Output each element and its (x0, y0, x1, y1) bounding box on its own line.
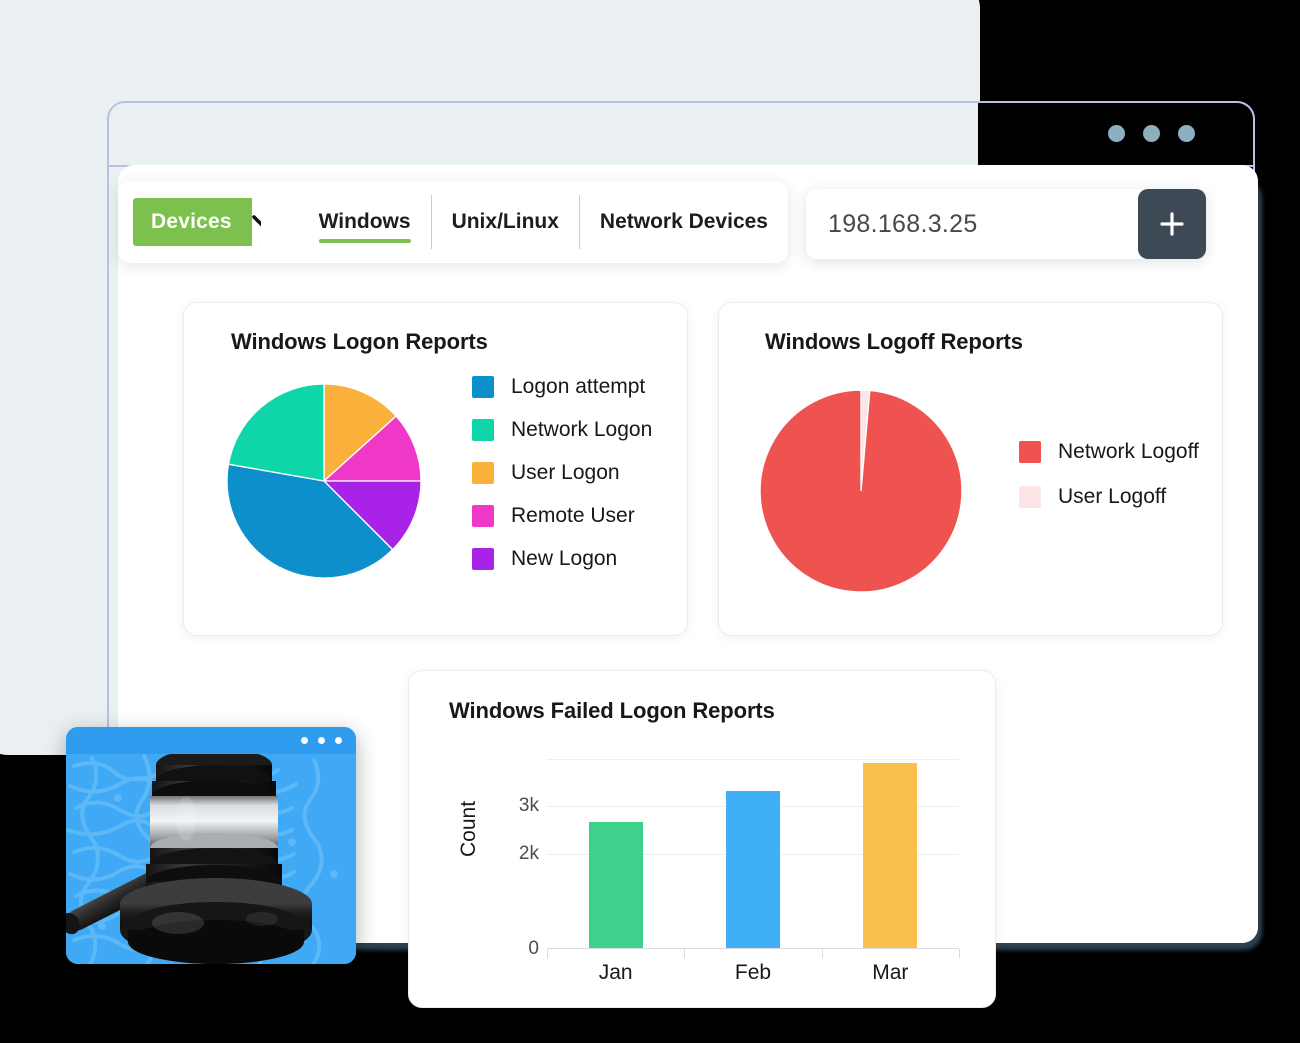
y-tick-label: 3k (518, 795, 539, 817)
y-axis-label: Count (457, 800, 480, 857)
windows-logon-legend: Logon attempt Network Logon User Logon R… (472, 375, 652, 571)
screenshot-stage: Devices Windows Unix/Linux Network Devic… (0, 0, 1300, 1043)
window-dot-icon[interactable] (1108, 125, 1125, 142)
legend-item[interactable]: User Logoff (1019, 485, 1199, 509)
windows-logoff-pie-chart (759, 389, 963, 598)
legend-label: Remote User (511, 504, 635, 527)
legend-label: User Logoff (1058, 485, 1167, 508)
media-card-titlebar (66, 727, 356, 754)
legend-item[interactable]: Remote User (472, 504, 652, 528)
windows-logon-reports-card: Windows Logon Reports Logon attempt Netw… (183, 302, 688, 636)
legend-swatch-network-logoff (1019, 441, 1041, 463)
device-type-tabs: Windows Unix/Linux Network Devices (299, 195, 788, 249)
gridline (547, 758, 959, 760)
card-title: Windows Logoff Reports (765, 329, 1023, 354)
ip-address-input[interactable]: 198.168.3.25 (806, 210, 1138, 239)
card-title: Windows Failed Logon Reports (449, 698, 775, 723)
window-dot-icon[interactable] (1143, 125, 1160, 142)
media-dot-icon[interactable] (318, 737, 325, 744)
media-dot-icon[interactable] (335, 737, 342, 744)
add-device-button[interactable] (1138, 189, 1206, 259)
windows-logon-pie-chart (226, 383, 422, 584)
x-axis-tick (959, 949, 960, 958)
x-tick-label: Jan (598, 961, 633, 984)
media-dot-icon[interactable] (301, 737, 308, 744)
legend-label: Network Logoff (1058, 440, 1199, 463)
legend-item[interactable]: Network Logon (472, 418, 652, 442)
legend-item[interactable]: User Logon (472, 461, 652, 485)
x-axis-labels: Jan Feb Mar (547, 961, 959, 991)
gavel-image-card[interactable] (66, 727, 356, 964)
legend-swatch-remote-user (472, 505, 494, 527)
y-tick-label: 0 (528, 938, 539, 959)
x-axis-tick (821, 949, 823, 958)
gavel-illustration (66, 748, 312, 964)
x-axis-line (547, 948, 959, 949)
bar-plot-area (547, 749, 960, 958)
y-tick-label: 2k (518, 842, 539, 864)
legend-item[interactable]: Logon attempt (472, 375, 652, 399)
legend-label: Network Logon (511, 418, 653, 441)
legend-label: Logon attempt (511, 375, 646, 398)
windows-logoff-legend: Network Logoff User Logoff (1019, 440, 1199, 509)
pie-slice[interactable] (759, 389, 963, 593)
tab-unix-linux[interactable]: Unix/Linux (430, 195, 579, 249)
window-dot-icon[interactable] (1178, 125, 1195, 142)
legend-swatch-new-logon (472, 548, 494, 570)
legend-swatch-user-logoff (1019, 486, 1041, 508)
bar[interactable] (726, 790, 780, 948)
legend-label: New Logon (511, 547, 618, 570)
devices-dropdown-label: Devices (151, 210, 232, 233)
y-axis-ticks: 0 2k 3k (495, 749, 539, 959)
media-window-controls (301, 737, 342, 744)
legend-item[interactable]: Network Logoff (1019, 440, 1199, 464)
legend-swatch-network-logon (472, 419, 494, 441)
legend-label: User Logon (511, 461, 620, 484)
bar[interactable] (863, 763, 918, 948)
plus-icon (1160, 212, 1184, 236)
pie-slice[interactable] (227, 383, 325, 482)
x-tick-label: Feb (734, 961, 772, 984)
x-axis-tick (684, 949, 686, 958)
chevron-down-icon[interactable] (251, 198, 261, 246)
tab-network-devices[interactable]: Network Devices (578, 195, 788, 249)
card-title: Windows Logon Reports (231, 329, 488, 354)
legend-item[interactable]: New Logon (472, 547, 652, 571)
windows-logoff-reports-card: Windows Logoff Reports Network Logoff Us… (718, 302, 1223, 636)
devices-dropdown[interactable]: Devices (133, 198, 261, 246)
windows-failed-logon-bar-chart: Count 0 2k 3k Jan Feb Mar (449, 749, 969, 984)
window-controls (1108, 125, 1195, 142)
window-chrome-strip (978, 101, 1255, 165)
bar[interactable] (588, 821, 643, 948)
legend-swatch-user-logon (472, 462, 494, 484)
tab-windows[interactable]: Windows (299, 195, 431, 249)
toolbar: Devices Windows Unix/Linux Network Devic… (118, 181, 788, 263)
x-tick-label: Mar (872, 961, 909, 984)
legend-swatch-logon-attempt (472, 376, 494, 398)
windows-failed-logon-reports-card: Windows Failed Logon Reports Count 0 2k 3k… (408, 670, 996, 1008)
x-axis-tick (547, 949, 548, 958)
ip-address-bar: 198.168.3.25 (806, 189, 1206, 259)
